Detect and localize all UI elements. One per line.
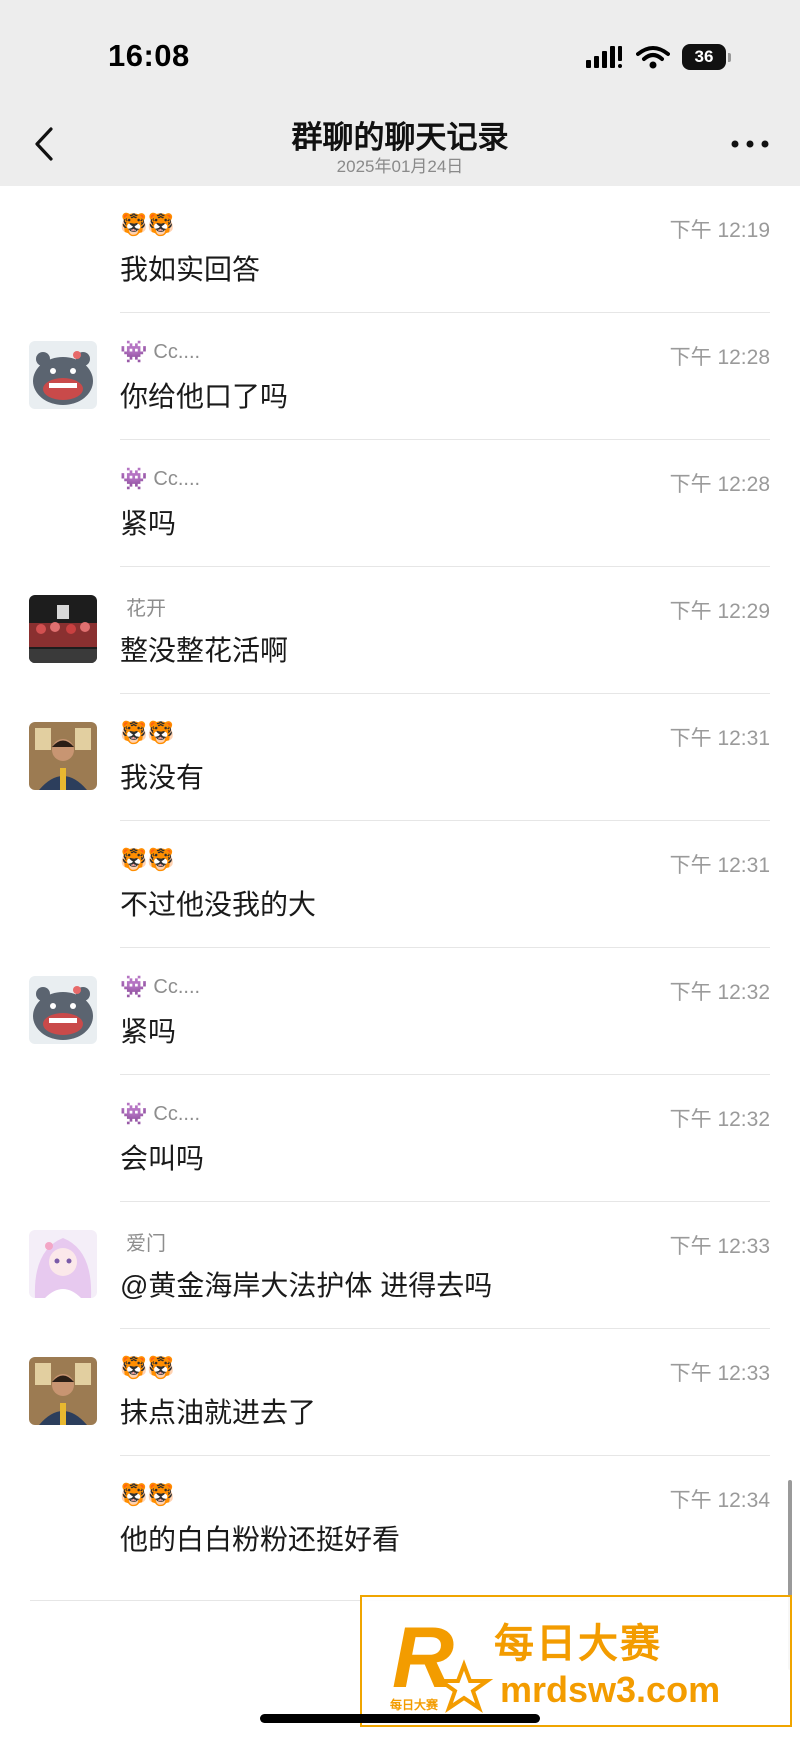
sender: 花开 — [120, 593, 166, 620]
status-time: 16:08 — [108, 38, 190, 73]
message-time: 下午 12:33 — [669, 1362, 770, 1385]
message-item[interactable]: 爱门 下午 12:33 @黄金海岸大法护体 进得去吗 — [0, 1202, 800, 1329]
status-icons: 36 — [586, 42, 731, 72]
message-text: 整没整花活啊 — [120, 635, 289, 666]
avatar[interactable] — [29, 976, 97, 1044]
message-item[interactable]: 🐯🐯 下午 12:33 抹点油就进去了 — [0, 1329, 800, 1456]
sender: 👾 Cc.... — [120, 339, 200, 365]
message-item[interactable]: 👾 Cc.... 下午 12:32 会叫吗 — [0, 1075, 800, 1202]
message-time: 下午 12:33 — [669, 1235, 770, 1258]
sender: 🐯🐯 — [120, 1355, 181, 1381]
message-text: 紧吗 — [120, 508, 177, 539]
avatar[interactable] — [29, 595, 97, 663]
watermark-logo-icon: R 每日大赛 — [390, 1610, 494, 1713]
sender-emoji: 👾 — [120, 1101, 148, 1126]
sender-name: Cc.... — [153, 975, 201, 998]
sender-name: 花开 — [126, 597, 166, 620]
watermark-logo-small: 每日大赛 — [390, 1697, 439, 1712]
sender-name: Cc.... — [153, 340, 201, 363]
message-time: 下午 12:28 — [669, 473, 770, 496]
page-title: 群聊的聊天记录 — [291, 120, 509, 155]
message-list[interactable]: 🐯🐯 下午 12:19 我如实回答 👾 Cc.... 下午 12:28 你给他口… — [0, 186, 800, 1583]
sender-emoji: 👾 — [120, 974, 148, 999]
message-text: 不过他没我的大 — [120, 889, 317, 920]
message-time: 下午 12:19 — [669, 219, 770, 242]
message-item[interactable]: 👾 Cc.... 下午 12:28 紧吗 — [0, 440, 800, 567]
message-text: 抹点油就进去了 — [120, 1397, 317, 1428]
home-indicator[interactable] — [260, 1714, 540, 1723]
hippo-avatar-icon — [29, 976, 97, 1044]
message-item[interactable]: 🐯🐯 下午 12:31 不过他没我的大 — [0, 821, 800, 948]
message-time: 下午 12:29 — [669, 600, 770, 623]
avatar[interactable] — [29, 1357, 97, 1425]
sender-emoji: 👾 — [120, 339, 148, 364]
message-time: 下午 12:28 — [669, 346, 770, 369]
message-time: 下午 12:31 — [669, 727, 770, 750]
sender: 🐯🐯 — [120, 1482, 181, 1508]
sender-emoji: 👾 — [120, 466, 148, 491]
message-text: 你给他口了吗 — [120, 381, 289, 412]
message-time: 下午 12:32 — [669, 981, 770, 1004]
sender-name: 爱门 — [126, 1232, 166, 1255]
message-text: @黄金海岸大法护体 进得去吗 — [120, 1270, 493, 1301]
avatar[interactable] — [29, 722, 97, 790]
sender: 👾 Cc.... — [120, 466, 200, 492]
sender: 👾 Cc.... — [120, 974, 200, 1000]
man-avatar-icon — [29, 722, 97, 790]
message-time: 下午 12:32 — [669, 1108, 770, 1131]
message-text: 我没有 — [120, 762, 205, 793]
sender: 👾 Cc.... — [120, 1101, 200, 1127]
message-text: 会叫吗 — [120, 1143, 205, 1174]
message-item[interactable]: 👾 Cc.... 下午 12:28 你给他口了吗 — [0, 313, 800, 440]
signal-icon — [586, 46, 622, 68]
watermark-logo-letter: R — [392, 1610, 454, 1706]
message-text: 紧吗 — [120, 1016, 177, 1047]
sender: 🐯🐯 — [120, 212, 181, 238]
page-subtitle-date: 2025年01月24日 — [336, 157, 464, 176]
message-item[interactable]: 🐯🐯 下午 12:34 他的白白粉粉还挺好看 — [0, 1456, 800, 1583]
anime-avatar-icon — [29, 1230, 97, 1298]
sender-name: Cc.... — [153, 1102, 201, 1125]
sender-emoji: 🐯🐯 — [120, 212, 175, 237]
more-button[interactable] — [728, 132, 772, 156]
hippo-avatar-icon — [29, 341, 97, 409]
message-item[interactable]: 🐯🐯 下午 12:19 我如实回答 — [0, 186, 800, 313]
message-item[interactable]: 👾 Cc.... 下午 12:32 紧吗 — [0, 948, 800, 1075]
message-time: 下午 12:34 — [669, 1489, 770, 1512]
status-bar: 16:08 36 — [0, 0, 800, 100]
watermark-title: 每日大赛 — [494, 1622, 662, 1666]
photo-avatar-icon — [29, 595, 97, 663]
message-time: 下午 12:31 — [669, 854, 770, 877]
avatar[interactable] — [29, 341, 97, 409]
avatar[interactable] — [29, 1230, 97, 1298]
sender-emoji: 🐯🐯 — [120, 1482, 175, 1507]
message-text: 他的白白粉粉还挺好看 — [120, 1524, 401, 1555]
man-avatar-icon — [29, 1357, 97, 1425]
message-text: 我如实回答 — [120, 254, 261, 285]
sender: 爱门 — [120, 1228, 166, 1255]
more-dots-icon — [731, 140, 769, 148]
sender: 🐯🐯 — [120, 847, 181, 873]
wifi-icon — [636, 46, 670, 69]
watermark: R 每日大赛 每日大赛 mrdsw3.com — [360, 1595, 792, 1727]
sender: 🐯🐯 — [120, 720, 181, 746]
nav-bar: 群聊的聊天记录 2025年01月24日 — [0, 100, 800, 186]
sender-name: Cc.... — [153, 467, 201, 490]
sender-emoji: 🐯🐯 — [120, 1355, 175, 1380]
sender-emoji: 🐯🐯 — [120, 847, 175, 872]
watermark-url: mrdsw3.com — [500, 1669, 721, 1710]
message-item[interactable]: 花开 下午 12:29 整没整花活啊 — [0, 567, 800, 694]
sender-emoji: 🐯🐯 — [120, 720, 175, 745]
message-item[interactable]: 🐯🐯 下午 12:31 我没有 — [0, 694, 800, 821]
battery-icon: 36 — [682, 44, 731, 70]
